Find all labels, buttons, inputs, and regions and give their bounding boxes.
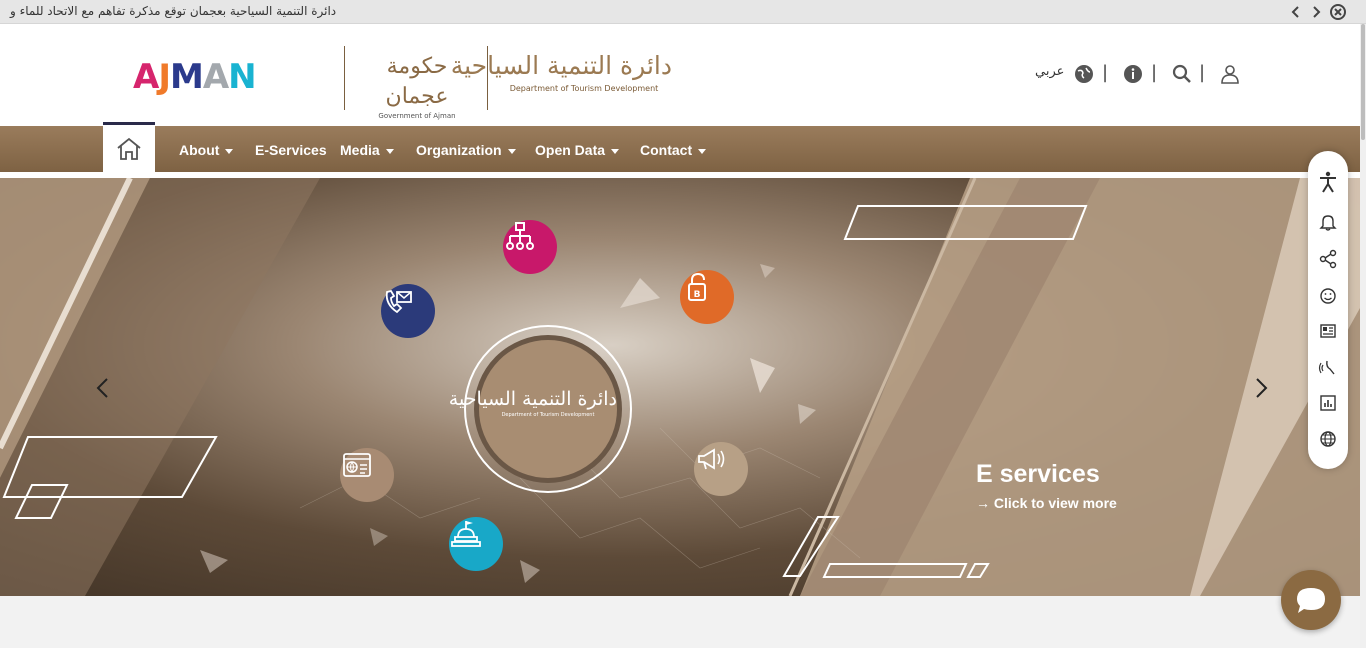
home-button[interactable] xyxy=(103,122,155,172)
nav-item-organization[interactable]: Organization xyxy=(416,142,516,158)
accessibility-icon[interactable] xyxy=(1318,171,1338,193)
user-icon[interactable] xyxy=(1220,64,1240,84)
news-ticker: دائرة التنمية السياحية بعجمان توقع مذكرة… xyxy=(0,0,1366,24)
stats-icon[interactable] xyxy=(1318,393,1338,413)
language-switch[interactable]: عربي xyxy=(1035,64,1064,79)
page-scrollbar[interactable] xyxy=(1360,24,1366,648)
hero-slider: دائرة التنمية السياحية Department of Tou… xyxy=(0,178,1360,596)
web-form-icon[interactable] xyxy=(340,448,394,502)
nav-item-about[interactable]: About xyxy=(179,142,234,158)
header-separator: | xyxy=(1102,62,1109,83)
dtd-logo-english: Department of Tourism Development xyxy=(509,84,659,93)
nav-item-label: About xyxy=(179,142,220,158)
share-icon[interactable] xyxy=(1318,249,1338,269)
main-nav: About E-Services Media Organization Open… xyxy=(0,122,1360,172)
hero-link-label: Click to view more xyxy=(993,495,1117,511)
home-icon xyxy=(117,137,141,160)
hero-background-art xyxy=(0,178,1360,596)
site-header: A J M A N حكومة عجمان Government of Ajma… xyxy=(0,24,1360,126)
nav-item-open-data[interactable]: Open Data xyxy=(535,142,620,158)
ajman-logo-letter: A xyxy=(133,57,159,97)
caret-down-icon xyxy=(698,148,707,154)
caret-down-icon xyxy=(507,148,516,154)
close-circle-icon[interactable] xyxy=(1328,2,1348,22)
government-of-ajman-logo[interactable]: حكومة عجمان Government of Ajman xyxy=(372,52,462,120)
ajman-logo-letter: M xyxy=(169,57,204,97)
chevron-left-icon[interactable] xyxy=(1286,2,1306,22)
ticker-text[interactable]: دائرة التنمية السياحية بعجمان توقع مذكرة… xyxy=(10,4,336,18)
sign-language-icon[interactable] xyxy=(1318,357,1338,377)
gov-logo-arabic: حكومة عجمان xyxy=(385,54,449,109)
globe-icon[interactable] xyxy=(1074,64,1094,84)
info-icon[interactable] xyxy=(1123,64,1143,84)
gov-logo-english: Government of Ajman xyxy=(378,112,456,120)
caret-down-icon xyxy=(611,148,620,154)
hero-title: E services xyxy=(976,460,1100,488)
center-logo-arabic: دائرة التنمية السياحية xyxy=(448,388,617,410)
logo-divider xyxy=(344,46,345,110)
chevron-right-icon[interactable] xyxy=(1306,2,1326,22)
nav-item-contact[interactable]: Contact xyxy=(640,142,707,158)
dtd-logo[interactable]: دائرة التنمية السياحية Department of Tou… xyxy=(450,48,672,108)
search-icon[interactable] xyxy=(1172,64,1192,84)
unlock-icon[interactable]: B xyxy=(680,270,734,324)
nav-item-e-services[interactable]: E-Services xyxy=(255,142,327,158)
org-chart-icon[interactable] xyxy=(503,220,557,274)
caret-down-icon xyxy=(225,148,234,154)
accessibility-toolbar xyxy=(1308,151,1348,469)
news-icon[interactable] xyxy=(1318,321,1338,341)
megaphone-icon[interactable] xyxy=(694,442,748,496)
ajman-logo-letter: J xyxy=(158,57,171,97)
bell-icon[interactable] xyxy=(1318,212,1338,232)
center-dtd-logo: دائرة التنمية السياحية Department of Tou… xyxy=(448,325,632,493)
contact-icon[interactable] xyxy=(381,284,435,338)
slider-next-arrow[interactable] xyxy=(1248,376,1272,400)
center-logo-inner: دائرة التنمية السياحية Department of Tou… xyxy=(448,335,622,483)
nav-item-label: E-Services xyxy=(255,142,327,158)
ajman-logo[interactable]: A J M A N xyxy=(133,57,257,97)
arrow-right-icon: → xyxy=(976,495,994,511)
globe-icon[interactable] xyxy=(1318,429,1338,449)
slider-prev-arrow[interactable] xyxy=(92,376,116,400)
nav-item-media[interactable]: Media xyxy=(340,142,394,158)
center-logo-english: Department of Tourism Development xyxy=(501,412,595,418)
nav-item-label: Open Data xyxy=(535,142,606,158)
nav-item-label: Media xyxy=(340,142,380,158)
header-separator: | xyxy=(1151,62,1158,83)
svg-text:B: B xyxy=(694,290,701,300)
dtd-logo-arabic: دائرة التنمية السياحية xyxy=(450,51,672,80)
hero-view-more-link[interactable]: → Click to view more xyxy=(976,495,1117,511)
language-label: عربي xyxy=(1035,64,1065,79)
nav-item-label: Contact xyxy=(640,142,693,158)
scroll-thumb[interactable] xyxy=(1361,24,1365,140)
landmark-icon[interactable] xyxy=(449,517,503,571)
smile-icon[interactable] xyxy=(1318,286,1338,306)
caret-down-icon xyxy=(385,148,394,154)
header-separator: | xyxy=(1199,62,1206,83)
chat-button[interactable] xyxy=(1281,570,1341,630)
nav-item-label: Organization xyxy=(416,142,502,158)
ajman-logo-letter: N xyxy=(228,57,256,97)
chat-bubble-icon xyxy=(1297,588,1325,613)
ajman-logo-letter: A xyxy=(202,57,229,97)
